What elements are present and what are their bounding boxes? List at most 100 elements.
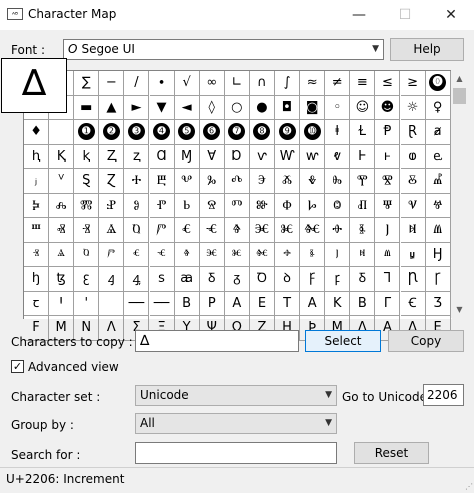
character-cell[interactable]: ⱞ [375, 242, 401, 267]
character-cell[interactable]: Ꝼ [300, 267, 326, 292]
character-cell[interactable]: Ⱕ [199, 218, 225, 243]
character-cell[interactable]: Ᵹ [350, 267, 376, 292]
character-cell[interactable]: Ⱪ [49, 144, 75, 169]
scroll-up-icon[interactable]: ▲ [451, 70, 468, 87]
character-cell[interactable]: Ɀ [99, 169, 125, 194]
character-cell[interactable]: Ⱔ [174, 218, 200, 243]
select-button[interactable]: Select [305, 330, 381, 352]
character-cell[interactable]: Ꞌ [49, 291, 75, 316]
character-cell[interactable]: ➎ [174, 120, 200, 145]
character-cell[interactable]: ꜯ [124, 267, 150, 292]
character-cell[interactable]: Ꞓ [400, 291, 426, 316]
character-cell[interactable]: Ⱝ [400, 218, 426, 243]
character-cell[interactable]: ∩ [249, 71, 275, 96]
character-cell[interactable]: ⱘ [224, 242, 250, 267]
character-cell[interactable]: ≡ [350, 71, 376, 96]
character-cell[interactable]: ⱶ [375, 144, 401, 169]
character-cell[interactable]: Ⰽ [24, 193, 50, 218]
character-cell[interactable]: ▬ [74, 95, 100, 120]
character-cell[interactable]: ⱳ [300, 144, 326, 169]
character-cell[interactable]: Ⱍ [425, 193, 451, 218]
character-cell[interactable]: ▲ [99, 95, 125, 120]
character-cell[interactable]: Ʒ [425, 291, 451, 316]
character-cell[interactable]: ⱨ [24, 144, 50, 169]
character-cell[interactable]: Ꞁ [375, 267, 401, 292]
character-cell[interactable]: ᵹ [224, 267, 250, 292]
character-cell[interactable] [49, 120, 75, 145]
scroll-down-icon[interactable]: ▼ [451, 301, 468, 318]
character-cell[interactable]: Ꞃ [400, 267, 426, 292]
character-cell[interactable]: ∞ [199, 71, 225, 96]
character-cell[interactable]: ⱖ [174, 242, 200, 267]
character-grid[interactable]: ∑−/∙√∞∟∩∫≈≠≡≤≥⓿▫▬▲►▼◄◊○●◘◙◦☺☻☼♀♦➊➋➌➍➎➏➐➑… [23, 70, 452, 341]
character-set-dropdown[interactable]: Unicode ▼ [135, 385, 337, 406]
character-cell[interactable]: ⱽ [49, 169, 75, 194]
character-cell[interactable]: ⓿ [425, 71, 451, 96]
character-cell[interactable]: Ⱜ [375, 218, 401, 243]
character-cell[interactable]: ⱑ [49, 242, 75, 267]
character-cell[interactable]: ⱬ [124, 144, 150, 169]
character-cell[interactable]: Ⰻ [400, 169, 426, 194]
font-dropdown[interactable]: O Segoe UI ▼ [63, 39, 384, 60]
character-cell[interactable]: Ȿ [74, 169, 100, 194]
character-cell[interactable]: ⱸ [425, 144, 451, 169]
character-cell[interactable]: Ⱆ [249, 193, 275, 218]
character-cell[interactable]: Ꝺ [249, 267, 275, 292]
character-cell[interactable]: Ⱒ [124, 218, 150, 243]
character-cell[interactable]: ◄ [174, 95, 200, 120]
character-cell[interactable]: ꜫ [74, 267, 100, 292]
character-cell[interactable]: ∟ [224, 71, 250, 96]
character-cell[interactable]: Β [350, 291, 376, 316]
character-cell[interactable]: Ⱁ [124, 193, 150, 218]
group-by-dropdown[interactable]: All ▼ [135, 413, 337, 434]
character-cell[interactable]: ♦ [24, 120, 50, 145]
character-cell[interactable]: Ⰵ [249, 169, 275, 194]
character-cell[interactable]: Ⱞ [425, 218, 451, 243]
character-cell[interactable]: ∑ [74, 71, 100, 96]
character-cell[interactable]: ⱝ [350, 242, 376, 267]
character-cell[interactable]: ≠ [325, 71, 351, 96]
character-cell[interactable]: Ⰹ [350, 169, 376, 194]
character-cell[interactable]: ── [149, 291, 175, 316]
character-cell[interactable]: Ⱂ [149, 193, 175, 218]
character-cell[interactable]: Ⱏ [49, 218, 75, 243]
character-cell[interactable]: ∫ [275, 71, 301, 96]
character-cell[interactable]: Ⱬ [99, 144, 125, 169]
character-cell[interactable]: Α [300, 291, 326, 316]
character-cell[interactable]: ⱕ [149, 242, 175, 267]
character-cell[interactable]: ≥ [400, 71, 426, 96]
character-cell[interactable]: Ⰱ [149, 169, 175, 194]
character-cell[interactable]: Ⱙ [300, 218, 326, 243]
character-cell[interactable]: ♀ [425, 95, 451, 120]
character-cell[interactable]: Ⰷ [300, 169, 326, 194]
character-cell[interactable]: ⱔ [124, 242, 150, 267]
character-cell[interactable]: Ⱊ [350, 193, 376, 218]
character-cell[interactable]: Ⱶ [350, 144, 376, 169]
character-cell[interactable]: ≤ [375, 71, 401, 96]
character-cell[interactable]: Ⱘ [275, 218, 301, 243]
character-cell[interactable]: ⱗ [199, 242, 225, 267]
character-cell[interactable]: ꞌ [74, 291, 100, 316]
character-cell[interactable]: Ⱖ [224, 218, 250, 243]
character-cell[interactable]: ● [249, 95, 275, 120]
character-cell[interactable]: ⱜ [325, 242, 351, 267]
character-cell[interactable]: √ [174, 71, 200, 96]
character-cell[interactable]: ꝺ [275, 267, 301, 292]
character-cell[interactable]: ➐ [224, 120, 250, 145]
character-cell[interactable]: Ⱋ [375, 193, 401, 218]
character-cell[interactable]: ☺ [350, 95, 376, 120]
character-cell[interactable]: Ⱑ [99, 218, 125, 243]
character-cell[interactable] [99, 291, 125, 316]
character-cell[interactable]: ⱒ [74, 242, 100, 267]
character-cell[interactable]: ≈ [300, 71, 326, 96]
character-cell[interactable]: Ⰾ [49, 193, 75, 218]
character-cell[interactable]: Ⱐ [74, 218, 100, 243]
character-cell[interactable]: ꜳ [174, 267, 200, 292]
character-cell[interactable]: ➍ [149, 120, 175, 145]
character-cell[interactable]: ⱙ [249, 242, 275, 267]
characters-to-copy-field[interactable]: ∆ [135, 330, 299, 352]
character-cell[interactable]: ⱓ [99, 242, 125, 267]
advanced-view-checkbox[interactable]: ✓ [11, 360, 24, 373]
character-cell[interactable]: ⱴ [325, 144, 351, 169]
character-cell[interactable]: ── [124, 291, 150, 316]
